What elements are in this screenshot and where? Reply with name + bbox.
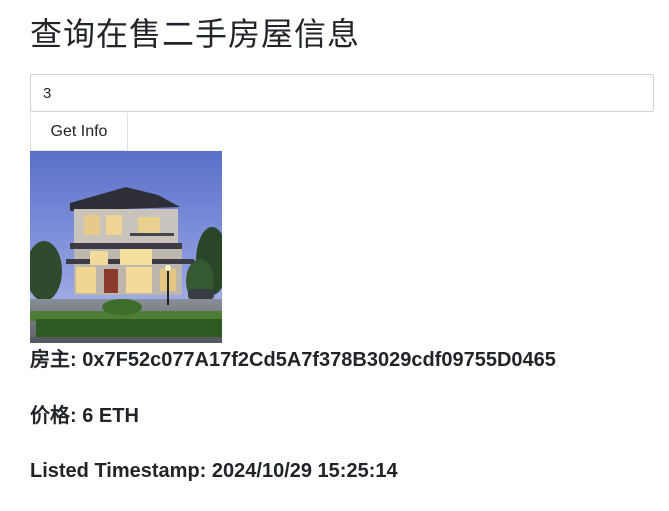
house-photo	[30, 151, 222, 343]
house-id-input[interactable]	[30, 74, 654, 112]
page-title: 查询在售二手房屋信息	[30, 16, 361, 52]
price-value: 6 ETH	[82, 405, 139, 427]
owner-address: 0x7F52c077A17f2Cd5A7f378B3029cdf09755D04…	[82, 349, 556, 371]
page-container: 查询在售二手房屋信息 Get Info	[0, 0, 669, 511]
price-line: 价格: 6 ETH	[30, 402, 139, 430]
price-label: 价格:	[30, 405, 77, 427]
listed-timestamp-line: Listed Timestamp: 2024/10/29 15:25:14	[30, 457, 398, 485]
owner-label: 房主:	[30, 349, 77, 371]
get-info-button[interactable]: Get Info	[30, 113, 128, 151]
timestamp-value: 2024/10/29 15:25:14	[211, 460, 398, 482]
timestamp-label: Listed Timestamp:	[30, 460, 207, 482]
owner-line: 房主: 0x7F52c077A17f2Cd5A7f378B3029cdf0975…	[30, 346, 556, 374]
